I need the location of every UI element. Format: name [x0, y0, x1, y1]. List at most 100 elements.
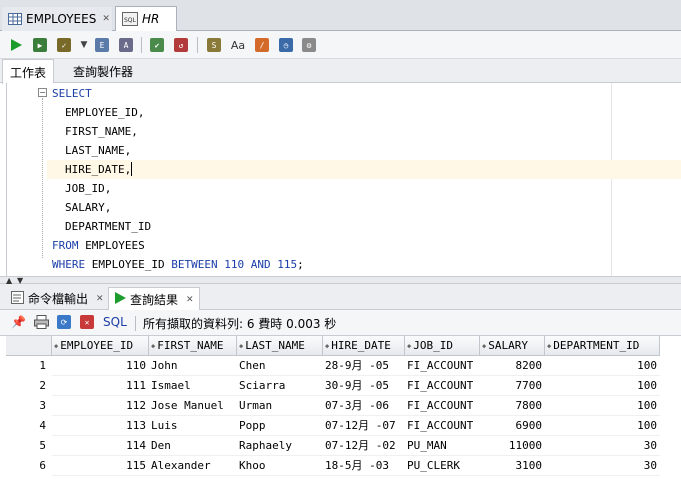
pin-icon[interactable]: 📌: [11, 315, 26, 329]
table-cell[interactable]: 100: [545, 376, 660, 396]
table-cell[interactable]: 30: [545, 456, 660, 476]
tab-query-result[interactable]: 查詢結果 ✕: [108, 287, 200, 311]
column-header[interactable]: ◆ DEPARTMENT_ID: [545, 336, 660, 356]
table-cell[interactable]: FI_ACCOUNT: [405, 396, 480, 416]
explain-plan-icon[interactable]: E: [93, 36, 111, 54]
refresh-icon[interactable]: ⟳: [57, 315, 71, 329]
table-cell[interactable]: 18-5月 -03: [323, 456, 405, 476]
table-cell[interactable]: Urman: [237, 396, 323, 416]
table-cell[interactable]: 110: [52, 356, 149, 376]
table-cell[interactable]: Alexander: [149, 456, 237, 476]
column-header-label: FIRST_NAME: [157, 339, 224, 352]
table-cell[interactable]: 07-12月 -02: [323, 436, 405, 456]
sort-icon: ◆: [547, 342, 552, 350]
editor-subtab-bar: 工作表 查詢製作器: [0, 59, 681, 84]
sql-button[interactable]: SQL: [103, 315, 127, 329]
table-cell[interactable]: Khoo: [237, 456, 323, 476]
print-icon[interactable]: [34, 315, 49, 332]
sort-icon: ◆: [239, 342, 244, 350]
row-number[interactable]: 2: [6, 376, 52, 396]
keyword-between: BETWEEN: [171, 258, 218, 271]
keyword-select: SELECT: [52, 87, 92, 100]
delete-icon[interactable]: ✕: [80, 315, 94, 329]
eraser-icon[interactable]: /: [253, 36, 271, 54]
table-cell[interactable]: 7800: [480, 396, 545, 416]
table-cell[interactable]: 30: [545, 436, 660, 456]
format-case-icon[interactable]: Aa: [229, 36, 247, 54]
code-line: SELECT: [52, 84, 92, 103]
fold-toggle-icon[interactable]: −: [38, 88, 47, 97]
table-cell[interactable]: PU_MAN: [405, 436, 480, 456]
table-cell[interactable]: 100: [545, 396, 660, 416]
close-icon[interactable]: ✕: [96, 294, 104, 304]
table-cell[interactable]: 112: [52, 396, 149, 416]
column-header[interactable]: ◆ SALARY: [480, 336, 545, 356]
table-cell[interactable]: Sciarra: [237, 376, 323, 396]
history-icon[interactable]: ◷: [277, 36, 295, 54]
commit-icon[interactable]: ✓: [55, 36, 73, 54]
run-statement-icon[interactable]: [7, 36, 25, 54]
column-header[interactable]: ◆ HIRE_DATE: [323, 336, 405, 356]
close-icon[interactable]: ✕: [102, 14, 110, 24]
table-cell[interactable]: 100: [545, 356, 660, 376]
row-number[interactable]: 6: [6, 456, 52, 476]
table-cell[interactable]: 07-3月 -06: [323, 396, 405, 416]
table-cell[interactable]: Den: [149, 436, 237, 456]
table-cell[interactable]: Luis: [149, 416, 237, 436]
chevron-down-icon[interactable]: ▼: [75, 36, 93, 54]
table-cell[interactable]: FI_ACCOUNT: [405, 356, 480, 376]
keyword-and: AND: [250, 258, 271, 271]
table-cell[interactable]: 28-9月 -05: [323, 356, 405, 376]
column-header[interactable]: ◆ EMPLOYEE_ID: [52, 336, 149, 356]
table-cell[interactable]: 11000: [480, 436, 545, 456]
table-cell[interactable]: John: [149, 356, 237, 376]
wrench-icon[interactable]: ⚙: [300, 36, 318, 54]
row-number[interactable]: 5: [6, 436, 52, 456]
table-cell[interactable]: Popp: [237, 416, 323, 436]
table-cell[interactable]: FI_ACCOUNT: [405, 376, 480, 396]
tab-hr[interactable]: SQL HR: [115, 6, 177, 31]
column-header-label: DEPARTMENT_ID: [553, 339, 640, 352]
table-cell[interactable]: FI_ACCOUNT: [405, 416, 480, 436]
table-cell[interactable]: 07-12月 -07: [323, 416, 405, 436]
tuning-advisor-icon[interactable]: S: [205, 36, 223, 54]
table-cell[interactable]: 30-9月 -05: [323, 376, 405, 396]
table-cell[interactable]: 115: [52, 456, 149, 476]
literal-number: 115: [277, 258, 298, 271]
row-number[interactable]: 3: [6, 396, 52, 416]
sql-editor[interactable]: − SELECT EMPLOYEE_ID, FIRST_NAME, LAST_N…: [6, 83, 681, 276]
row-number[interactable]: 4: [6, 416, 52, 436]
autotrace-icon[interactable]: A: [117, 36, 135, 54]
table-cell[interactable]: 111: [52, 376, 149, 396]
run-script-icon[interactable]: ▶: [31, 36, 49, 54]
table-cell[interactable]: Raphaely: [237, 436, 323, 456]
tab-script-output[interactable]: 命令檔輸出 ✕: [6, 287, 109, 310]
table-cell[interactable]: PU_CLERK: [405, 456, 480, 476]
table-cell[interactable]: 114: [52, 436, 149, 456]
table-cell[interactable]: Jose Manuel: [149, 396, 237, 416]
tab-query-builder[interactable]: 查詢製作器: [66, 59, 140, 83]
tab-employees[interactable]: EMPLOYEES ✕: [2, 7, 112, 31]
row-number[interactable]: 1: [6, 356, 52, 376]
column-header[interactable]: ◆ LAST_NAME: [237, 336, 323, 356]
table-cell[interactable]: 8200: [480, 356, 545, 376]
results-grid[interactable]: ◆ EMPLOYEE_ID ◆ FIRST_NAME ◆ LAST_NAME ◆ HIR…: [6, 336, 681, 488]
table-cell[interactable]: 113: [52, 416, 149, 436]
right-margin-guide: [611, 83, 612, 276]
panel-splitter[interactable]: ▲ ▼: [0, 276, 681, 285]
text-caret: [131, 162, 133, 176]
commit-db-icon[interactable]: ✔: [148, 36, 166, 54]
code-line: LAST_NAME,: [65, 144, 132, 157]
rollback-db-icon[interactable]: ↺: [172, 36, 190, 54]
close-icon[interactable]: ✕: [186, 295, 194, 305]
tab-worksheet[interactable]: 工作表: [2, 59, 55, 84]
table-cell[interactable]: Ismael: [149, 376, 237, 396]
column-header[interactable]: ◆ JOB_ID: [405, 336, 480, 356]
table-cell[interactable]: Chen: [237, 356, 323, 376]
table-cell[interactable]: 7700: [480, 376, 545, 396]
table-cell[interactable]: 6900: [480, 416, 545, 436]
sort-icon: ◆: [482, 342, 487, 350]
table-cell[interactable]: 100: [545, 416, 660, 436]
table-cell[interactable]: 3100: [480, 456, 545, 476]
column-header[interactable]: ◆ FIRST_NAME: [149, 336, 237, 356]
